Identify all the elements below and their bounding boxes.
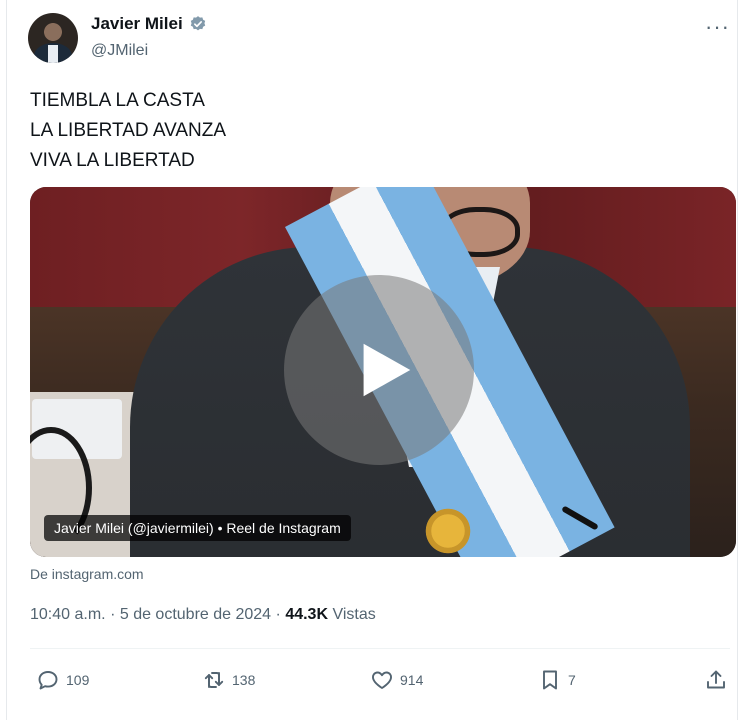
author-name-row: Javier Milei [91,14,207,34]
tweet-line: VIVA LA LIBERTAD [30,150,195,171]
play-button[interactable] [284,275,474,465]
bookmark-icon [543,670,557,690]
tweet-meta: 10:40 a.m. · 5 de octubre de 2024 · 44.3… [30,606,376,624]
action-bar: 109 138 914 7 [30,664,730,696]
like-button[interactable]: 914 [370,668,423,692]
reply-count: 109 [66,672,90,688]
avatar[interactable] [28,13,78,63]
play-icon [363,343,411,397]
author-handle[interactable]: @JMilei [91,42,148,60]
retweet-button[interactable]: 138 [202,668,255,692]
tweet-time[interactable]: 10:40 a.m. [30,606,106,623]
frame-right-border [737,0,738,720]
share-icon [707,670,725,689]
tweet-line: LA LIBERTAD AVANZA [30,120,227,141]
retweet-count: 138 [232,672,256,688]
bookmark-button[interactable]: 7 [538,668,576,692]
frame-left-border [6,0,7,720]
video-sash-sun-emblem [422,505,474,557]
divider [30,648,730,649]
media-caption: Javier Milei (@javiermilei) • Reel de In… [44,515,351,541]
tweet-text: TIEMBLA LA CASTA LA LIBERTAD AVANZA VIVA… [30,86,226,176]
like-count: 914 [400,672,424,688]
reply-icon [38,671,58,690]
meta-separator: · [275,606,281,623]
heart-icon [372,671,392,689]
views-count: 44.3K [285,606,329,623]
tweet-line: TIEMBLA LA CASTA [30,90,205,111]
author-name[interactable]: Javier Milei [91,14,183,34]
meta-separator: · [110,606,116,623]
video-media-card[interactable]: Javier Milei (@javiermilei) • Reel de In… [30,187,736,557]
reply-button[interactable]: 109 [36,668,89,692]
share-button[interactable] [704,668,728,692]
media-source-link[interactable]: De instagram.com [30,566,144,582]
more-dots-icon[interactable]: ··· [705,14,730,40]
bookmark-count: 7 [568,672,576,688]
views-label: Vistas [332,606,376,623]
verified-badge-icon [190,16,205,31]
retweet-icon [204,672,224,688]
tweet-date[interactable]: 5 de octubre de 2024 [120,606,271,623]
avatar-shirt-shape [48,45,58,63]
